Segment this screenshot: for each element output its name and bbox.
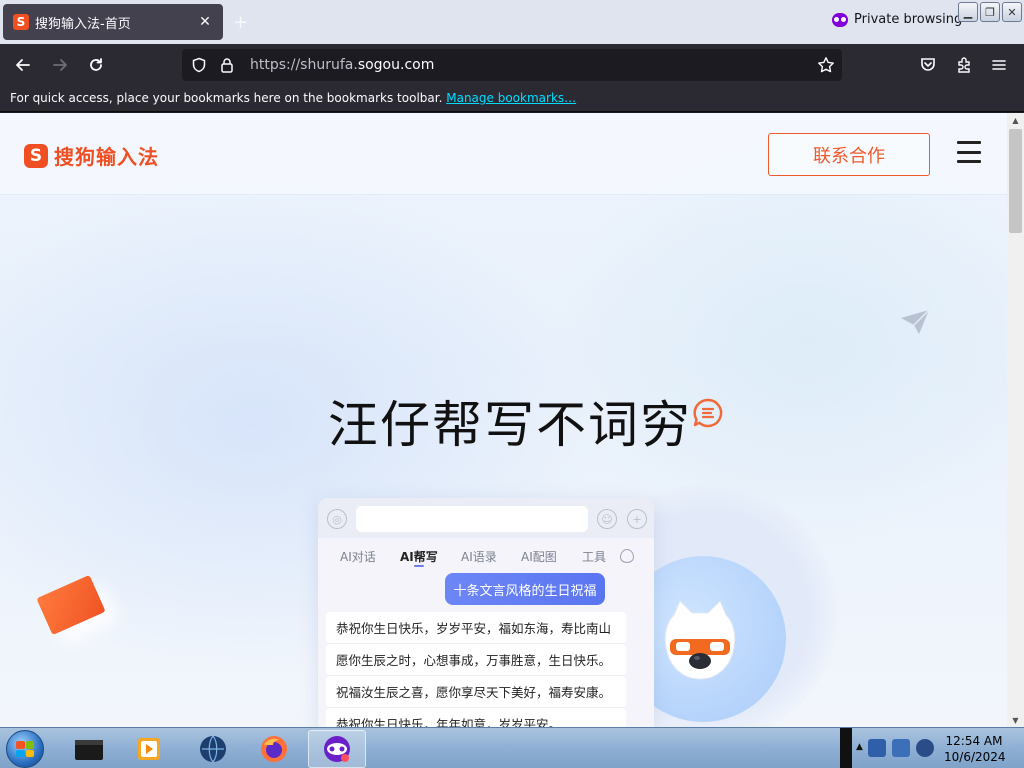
sogou-logo-icon: S xyxy=(24,143,48,168)
tray-network-icon[interactable] xyxy=(868,739,886,757)
phone-tab: AI对话 xyxy=(340,550,376,564)
minimize-button[interactable]: ▁ xyxy=(958,2,978,22)
lock-icon[interactable] xyxy=(218,56,236,74)
url-text[interactable]: https://shurufa.sogou.com xyxy=(250,57,434,73)
phone-tab: 工具 xyxy=(582,550,607,564)
pocket-icon[interactable] xyxy=(917,54,939,76)
site-logo[interactable]: S 搜狗输入法 xyxy=(24,141,159,170)
taskbar-terminal-app[interactable] xyxy=(60,730,118,768)
scroll-up-arrow-icon[interactable]: ▲ xyxy=(1007,113,1024,127)
browser-titlebar: S 搜狗输入法-首页 ✕ + Private browsing ▁ ❐ ✕ xyxy=(0,0,1024,44)
show-desktop-strip[interactable] xyxy=(840,728,852,768)
star-icon[interactable] xyxy=(816,55,836,75)
url-host: https://shurufa. xyxy=(250,57,358,73)
private-browsing-label: Private browsing xyxy=(854,12,963,27)
taskbar-firefox-app[interactable] xyxy=(245,730,303,768)
globe-icon xyxy=(200,735,226,763)
url-domain: sogou.com xyxy=(357,57,435,73)
windows-taskbar: ▲ 12:54 AM 10/6/2024 xyxy=(0,727,1024,768)
tab-title: 搜狗输入法-首页 xyxy=(35,16,131,32)
chat-bubble-icon xyxy=(693,398,723,428)
site-header: S 搜狗输入法 联系合作 xyxy=(0,113,1007,195)
tray-volume-icon[interactable] xyxy=(916,739,934,757)
forward-icon[interactable] xyxy=(49,54,71,76)
hero-title: 汪仔帮写不词穷 xyxy=(328,396,692,454)
firefox-icon xyxy=(261,736,287,762)
restore-button[interactable]: ❐ xyxy=(980,2,1000,22)
close-window-button[interactable]: ✕ xyxy=(1002,2,1022,22)
emoji-icon: ☺ xyxy=(597,509,617,529)
shield-icon[interactable] xyxy=(190,56,208,74)
reload-icon[interactable] xyxy=(85,54,107,76)
hamburger-menu-icon[interactable] xyxy=(957,141,981,163)
taskbar-media-player-app[interactable] xyxy=(120,730,178,768)
phone-input-bar: ◎ ☺ + xyxy=(318,498,654,538)
prompt-bubble: 十条文言风格的生日祝福 xyxy=(445,573,605,605)
phone-input-field xyxy=(356,506,588,532)
phone-tab: AI配图 xyxy=(521,550,557,564)
bookmarks-message: For quick access, place your bookmarks h… xyxy=(10,91,443,105)
taskbar-firefox-private-app[interactable] xyxy=(308,730,366,768)
media-player-icon xyxy=(138,738,160,760)
page-content[interactable]: S 搜狗输入法 联系合作 汪仔帮写不词穷 ◎ ☺ + AI对话 AI帮写 AI语… xyxy=(0,113,1007,727)
voice-icon: ◎ xyxy=(327,509,347,529)
back-icon[interactable] xyxy=(12,54,34,76)
url-bar[interactable]: https://shurufa.sogou.com xyxy=(182,49,842,81)
tray-expand-icon[interactable]: ▲ xyxy=(856,742,863,752)
window-controls: ▁ ❐ ✕ xyxy=(958,2,1022,22)
eye-icon xyxy=(620,549,634,563)
reply-item: 恭祝你生日快乐，年年如意，岁岁平安。 xyxy=(326,708,626,727)
scroll-thumb[interactable] xyxy=(1009,129,1022,233)
bookmarks-toolbar: For quick access, place your bookmarks h… xyxy=(0,86,1024,112)
reply-item: 恭祝你生日快乐，岁岁平安，福如东海，寿比南山 xyxy=(326,612,626,644)
reply-item: 祝福汝生辰之喜，愿你享尽天下美好，福寿安康。 xyxy=(326,676,626,708)
reply-list: 恭祝你生日快乐，岁岁平安，福如东海，寿比南山 愿你生辰之时，心想事成，万事胜意，… xyxy=(326,612,626,727)
private-browsing-indicator: Private browsing xyxy=(832,12,962,27)
private-browsing-icon xyxy=(324,736,350,762)
tray-display-icon[interactable] xyxy=(892,739,910,757)
phone-tab: AI语录 xyxy=(461,550,497,564)
tab-close-icon[interactable]: ✕ xyxy=(197,14,213,30)
reply-item: 愿你生辰之时，心想事成，万事胜意，生日快乐。 xyxy=(326,644,626,676)
page-scrollbar[interactable]: ▲ ▼ xyxy=(1007,113,1024,727)
phone-tab-active: AI帮写 xyxy=(400,550,438,567)
taskbar-clock[interactable]: 12:54 AM 10/6/2024 xyxy=(944,733,1006,765)
add-icon: + xyxy=(627,509,647,529)
start-button[interactable] xyxy=(6,730,44,768)
system-tray: ▲ 12:54 AM 10/6/2024 xyxy=(840,728,1024,768)
scroll-down-arrow-icon[interactable]: ▼ xyxy=(1007,713,1024,727)
contact-cooperation-button[interactable]: 联系合作 xyxy=(768,133,930,176)
app-menu-icon[interactable] xyxy=(988,54,1010,76)
clock-time: 12:54 AM xyxy=(945,734,1003,748)
phone-ai-tabs: AI对话 AI帮写 AI语录 AI配图 工具 xyxy=(318,544,654,568)
phone-keyboard-mockup: ◎ ☺ + AI对话 AI帮写 AI语录 AI配图 工具 十条文言风格的生日祝福… xyxy=(318,498,654,727)
taskbar-globe-app[interactable] xyxy=(184,730,242,768)
new-tab-button[interactable]: + xyxy=(233,12,253,33)
sogou-favicon-icon: S xyxy=(13,14,29,30)
paper-plane-icon xyxy=(901,309,930,334)
navigation-toolbar: https://shurufa.sogou.com xyxy=(0,44,1024,86)
decorative-orange-card xyxy=(36,574,106,636)
clock-date: 10/6/2024 xyxy=(944,750,1006,764)
private-mask-icon xyxy=(832,12,848,27)
terminal-icon xyxy=(75,740,103,760)
extensions-icon[interactable] xyxy=(953,54,975,76)
manage-bookmarks-link[interactable]: Manage bookmarks… xyxy=(446,91,576,105)
logo-text: 搜狗输入法 xyxy=(54,145,159,169)
browser-tab-active[interactable]: S 搜狗输入法-首页 ✕ xyxy=(3,4,223,40)
windows-flag-icon xyxy=(16,741,34,757)
mascot-icon xyxy=(664,600,736,680)
